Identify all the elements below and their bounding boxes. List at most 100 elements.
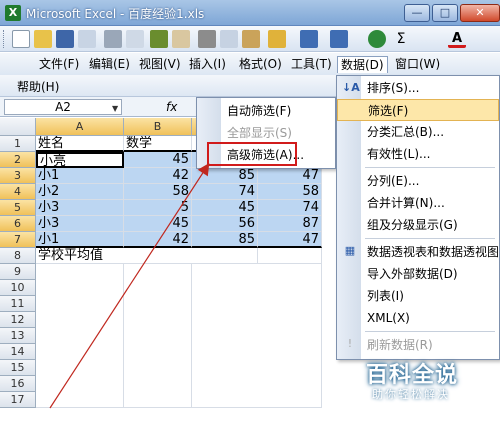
- row-header[interactable]: 13: [0, 328, 36, 344]
- cell-b4[interactable]: 58: [124, 184, 192, 200]
- row-header[interactable]: 6: [0, 216, 36, 232]
- cell-b5[interactable]: 5: [124, 200, 192, 216]
- menu-window[interactable]: 窗口(W): [392, 56, 443, 73]
- cell-a8[interactable]: 学校平均值: [36, 248, 192, 264]
- column-header-a[interactable]: A: [36, 118, 124, 136]
- menu-help[interactable]: 帮助(H): [17, 78, 59, 95]
- cut-icon[interactable]: [198, 30, 216, 48]
- list-item[interactable]: 列表(I): [337, 285, 499, 307]
- cell-d3[interactable]: 47: [258, 168, 322, 184]
- undo-icon[interactable]: [300, 30, 318, 48]
- cell-a7[interactable]: 小1: [36, 232, 124, 248]
- group-outline-item[interactable]: 组及分级显示(G): [337, 214, 499, 236]
- menu-tools[interactable]: 工具(T): [288, 56, 335, 73]
- import-external-data-item[interactable]: 导入外部数据(D): [337, 263, 499, 285]
- text-to-columns-item[interactable]: 分列(E)...: [337, 170, 499, 192]
- menu-view[interactable]: 视图(V): [136, 56, 184, 73]
- minimize-button[interactable]: —: [404, 4, 430, 22]
- menu-separator: [365, 238, 495, 239]
- pivot-table-item[interactable]: 数据透视表和数据透视图(P): [337, 241, 500, 263]
- menu-edit[interactable]: 编辑(E): [86, 56, 133, 73]
- new-document-icon[interactable]: [12, 30, 30, 48]
- row-header[interactable]: 8: [0, 248, 36, 264]
- print-icon[interactable]: [104, 30, 122, 48]
- consolidate-item[interactable]: 合并计算(N)...: [337, 192, 499, 214]
- row-header[interactable]: 12: [0, 312, 36, 328]
- font-color-icon[interactable]: A: [448, 30, 466, 48]
- maximize-button[interactable]: □: [432, 4, 458, 22]
- permission-icon[interactable]: [78, 30, 96, 48]
- auto-filter-item[interactable]: 自动筛选(F): [197, 100, 335, 122]
- row-header[interactable]: 1: [0, 136, 36, 152]
- hyperlink-icon[interactable]: [368, 30, 386, 48]
- filter-item[interactable]: 筛选(F): [337, 99, 499, 121]
- format-painter-icon[interactable]: [268, 30, 286, 48]
- cell-a2-active[interactable]: 小亮: [36, 152, 124, 168]
- cell-c3[interactable]: 85: [192, 168, 258, 184]
- window-title: Microsoft Excel - 百度经验1.xls: [26, 7, 205, 21]
- paste-icon[interactable]: [242, 30, 260, 48]
- redo-icon[interactable]: [330, 30, 348, 48]
- row-header[interactable]: 14: [0, 344, 36, 360]
- spelling-icon[interactable]: [150, 30, 168, 48]
- menu-format[interactable]: 格式(O): [236, 56, 285, 73]
- cell-a4[interactable]: 小2: [36, 184, 124, 200]
- row-header[interactable]: 16: [0, 376, 36, 392]
- save-icon[interactable]: [56, 30, 74, 48]
- cell-d6[interactable]: 87: [258, 216, 322, 232]
- toolbar-grip[interactable]: [3, 30, 6, 48]
- cell-d4[interactable]: 58: [258, 184, 322, 200]
- name-box[interactable]: A2: [4, 99, 122, 115]
- autosum-icon[interactable]: Σ: [392, 30, 410, 48]
- column-header-b[interactable]: B: [124, 118, 192, 136]
- excel-app-icon: X: [5, 5, 21, 21]
- cell-b1[interactable]: 数学: [124, 136, 192, 152]
- empty-cells-col-a[interactable]: [36, 264, 124, 408]
- row-header[interactable]: 3: [0, 168, 36, 184]
- copy-icon[interactable]: [220, 30, 238, 48]
- menu-file[interactable]: 文件(F): [36, 56, 82, 73]
- row-header[interactable]: 9: [0, 264, 36, 280]
- cell-b2[interactable]: 45: [124, 152, 192, 168]
- cell-a6[interactable]: 小3: [36, 216, 124, 232]
- cell-d7[interactable]: 47: [258, 232, 322, 248]
- subtotals-item[interactable]: 分类汇总(B)...: [337, 121, 499, 143]
- refresh-data-item: 刷新数据(R): [367, 338, 433, 352]
- cell-b3[interactable]: 42: [124, 168, 192, 184]
- row-header[interactable]: 5: [0, 200, 36, 216]
- row-header[interactable]: 15: [0, 360, 36, 376]
- row-header[interactable]: 11: [0, 296, 36, 312]
- cell-b7[interactable]: 42: [124, 232, 192, 248]
- cell-b6[interactable]: 45: [124, 216, 192, 232]
- cell-c5[interactable]: 45: [192, 200, 258, 216]
- empty-cells-col-c-d[interactable]: [192, 264, 322, 408]
- cell-d8[interactable]: [258, 248, 322, 264]
- cell-a5[interactable]: 小3: [36, 200, 124, 216]
- xml-item[interactable]: XML(X): [337, 307, 499, 329]
- research-icon[interactable]: [172, 30, 190, 48]
- print-preview-icon[interactable]: [126, 30, 144, 48]
- row-header[interactable]: 2: [0, 152, 36, 168]
- row-header[interactable]: 4: [0, 184, 36, 200]
- row-header[interactable]: 7: [0, 232, 36, 248]
- select-all-corner[interactable]: [0, 118, 36, 136]
- cell-c6[interactable]: 56: [192, 216, 258, 232]
- name-box-dropdown-icon[interactable]: ▼: [112, 104, 118, 113]
- cell-c4[interactable]: 74: [192, 184, 258, 200]
- advanced-filter-highlight-box: [207, 142, 297, 166]
- cell-a3[interactable]: 小1: [36, 168, 124, 184]
- row-header[interactable]: 17: [0, 392, 36, 408]
- sort-item[interactable]: 排序(S)...: [337, 77, 499, 99]
- empty-cells-col-b[interactable]: [124, 264, 192, 408]
- cell-c8[interactable]: [192, 248, 258, 264]
- menu-data[interactable]: 数据(D): [337, 56, 388, 73]
- open-folder-icon[interactable]: [34, 30, 52, 48]
- cell-c7[interactable]: 85: [192, 232, 258, 248]
- menu-insert[interactable]: 插入(I): [186, 56, 229, 73]
- function-icon[interactable]: fx: [166, 100, 177, 114]
- cell-d5[interactable]: 74: [258, 200, 322, 216]
- validation-item[interactable]: 有效性(L)...: [337, 143, 499, 165]
- cell-a1[interactable]: 姓名: [36, 136, 124, 152]
- close-button[interactable]: ✕: [460, 4, 500, 22]
- row-header[interactable]: 10: [0, 280, 36, 296]
